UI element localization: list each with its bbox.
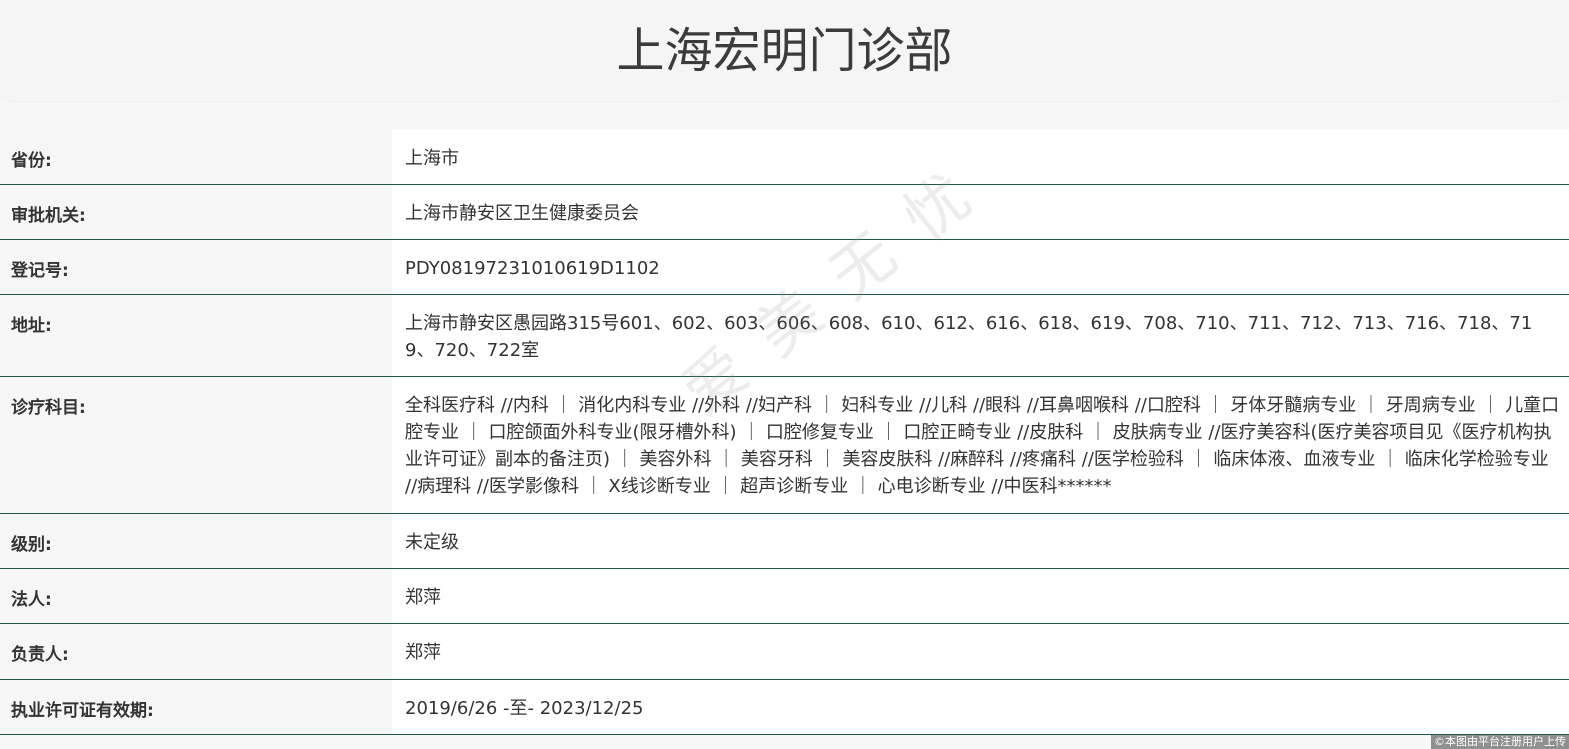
field-value: 2019/6/26 -至- 2023/12/25 [392, 680, 1569, 734]
header-divider [12, 101, 1557, 102]
copyright-notice: ©本图由平台注册用户上传 [1431, 735, 1569, 749]
field-label: 负责人: [0, 624, 392, 679]
table-row-departments: 诊疗科目: 全科医疗科 //内科 ｜ 消化内科专业 //外科 //妇产科 ｜ 妇… [0, 377, 1569, 514]
page-header: 上海宏明门诊部 [0, 0, 1569, 102]
field-label: 省份: [0, 130, 392, 184]
field-value: 上海市静安区卫生健康委员会 [392, 185, 1569, 239]
field-label: 诊疗科目: [0, 377, 392, 513]
field-label: 法人: [0, 569, 392, 623]
field-label: 审批机关: [0, 185, 392, 239]
field-value: 上海市静安区愚园路315号601、602、603、606、608、610、612… [392, 295, 1569, 376]
field-value: 郑萍 [392, 624, 1569, 679]
table-row-level: 级别: 未定级 [0, 514, 1569, 569]
field-label: 登记号: [0, 240, 392, 294]
field-label: 级别: [0, 514, 392, 568]
info-table: 省份: 上海市 审批机关: 上海市静安区卫生健康委员会 登记号: PDY0819… [0, 130, 1569, 735]
field-value: 未定级 [392, 514, 1569, 568]
table-row-license-validity: 执业许可证有效期: 2019/6/26 -至- 2023/12/25 [0, 680, 1569, 735]
table-row-legal-person: 法人: 郑萍 [0, 569, 1569, 624]
field-value: 全科医疗科 //内科 ｜ 消化内科专业 //外科 //妇产科 ｜ 妇科专业 //… [392, 377, 1569, 513]
field-label: 执业许可证有效期: [0, 680, 392, 734]
table-row-person-in-charge: 负责人: 郑萍 [0, 624, 1569, 680]
field-value: PDY08197231010619D1102 [392, 240, 1569, 294]
table-row-approval-authority: 审批机关: 上海市静安区卫生健康委员会 [0, 185, 1569, 240]
field-value: 郑萍 [392, 569, 1569, 623]
field-label: 地址: [0, 295, 392, 376]
field-value: 上海市 [392, 130, 1569, 184]
table-row-registration-number: 登记号: PDY08197231010619D1102 [0, 240, 1569, 295]
page-title: 上海宏明门诊部 [616, 23, 953, 79]
table-row-province: 省份: 上海市 [0, 130, 1569, 185]
table-row-address: 地址: 上海市静安区愚园路315号601、602、603、606、608、610… [0, 295, 1569, 377]
